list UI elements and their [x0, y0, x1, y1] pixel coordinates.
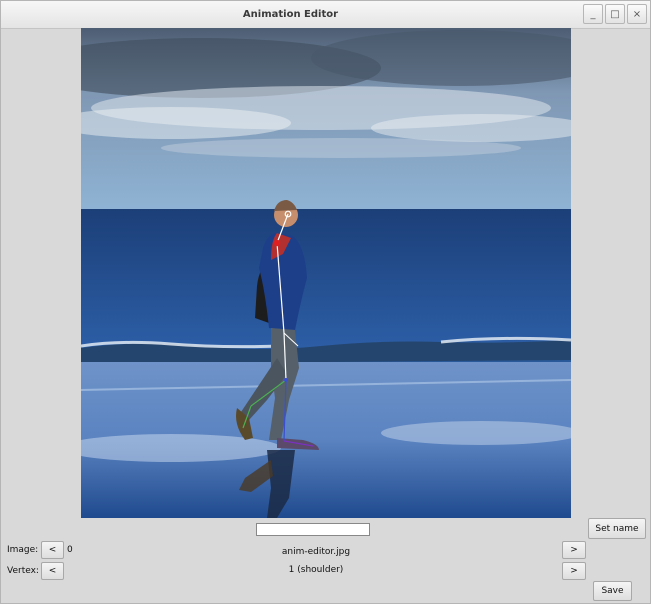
window-controls: _ □ × — [581, 4, 647, 24]
title-bar[interactable]: Animation Editor _ □ × — [1, 1, 650, 29]
vertex-prev-button[interactable]: < — [41, 562, 64, 580]
image-prev-button[interactable]: < — [41, 541, 64, 559]
vertex-next-button[interactable]: > — [562, 562, 586, 580]
image-index: 0 — [67, 545, 73, 555]
beach-photo — [81, 28, 571, 518]
vertex-label: Vertex: — [7, 566, 39, 576]
vertex-name-input[interactable] — [256, 523, 370, 536]
window-title: Animation Editor — [242, 9, 339, 20]
maximize-button[interactable]: □ — [605, 4, 625, 24]
image-next-button[interactable]: > — [562, 541, 586, 559]
image-label: Image: — [7, 545, 39, 555]
set-name-button[interactable]: Set name — [588, 518, 646, 539]
image-filename: anim-editor.jpg — [281, 547, 351, 557]
save-button[interactable]: Save — [593, 581, 632, 601]
minimize-button[interactable]: _ — [583, 4, 603, 24]
app-window: Animation Editor _ □ × Set name Image: <… — [0, 0, 651, 604]
image-canvas[interactable] — [81, 28, 571, 518]
vertex-current: 1 (shoulder) — [288, 565, 344, 575]
close-button[interactable]: × — [627, 4, 647, 24]
